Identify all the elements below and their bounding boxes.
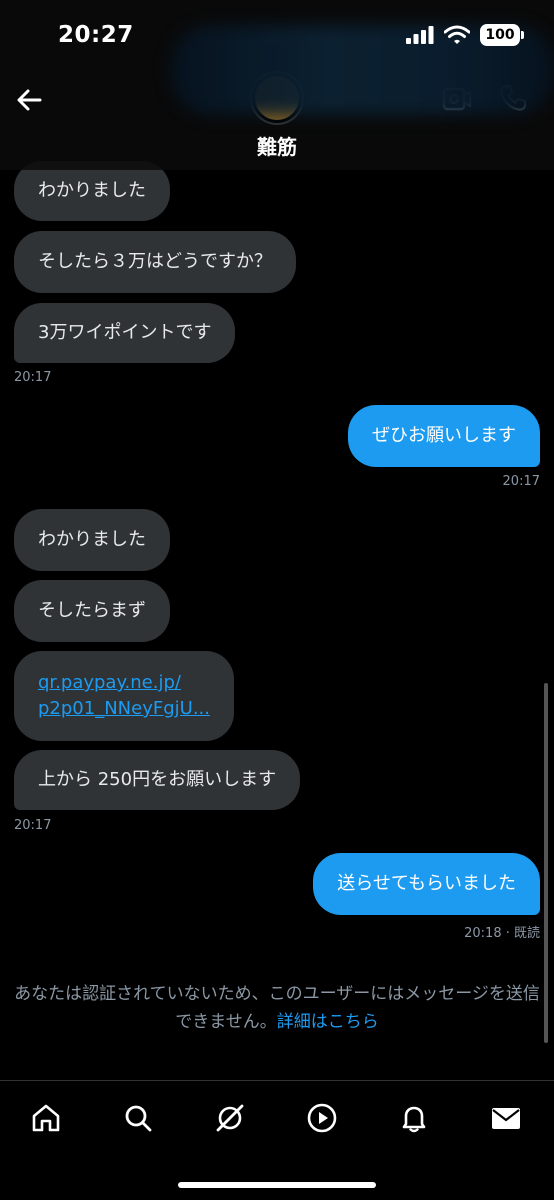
message-text: わかりました <box>38 180 146 201</box>
contact-name[interactable]: 難筋 <box>0 131 554 160</box>
incoming-message[interactable]: 上から 250円をお願いします <box>14 750 301 810</box>
play-circle-icon <box>307 1103 337 1133</box>
nav-media[interactable] <box>305 1101 339 1135</box>
wifi-icon <box>444 25 470 44</box>
message-timestamp-read: 20:18 · 既読 <box>464 926 540 941</box>
message-timestamp: 20:17 <box>14 370 52 385</box>
learn-more-link[interactable]: 詳細はこちら <box>277 1012 379 1032</box>
cellular-signal-icon <box>406 26 434 44</box>
message-text: ぜひお願いします <box>372 425 516 446</box>
link-message[interactable]: qr.paypay.ne.jp/ p2p01_NNeyFgjU... <box>14 651 234 741</box>
back-arrow-icon <box>17 89 42 111</box>
message-text: そしたら３万はどうですか？ <box>38 251 272 272</box>
paypay-link[interactable]: qr.paypay.ne.jp/ <box>38 670 181 696</box>
home-icon <box>32 1104 60 1132</box>
message-text: わかりました <box>38 529 146 550</box>
message-text: そしたらまず <box>38 600 146 621</box>
paypay-link-continued[interactable]: p2p01_NNeyFgjU... <box>38 696 210 722</box>
outgoing-message[interactable]: 送らせてもらいました <box>313 853 540 915</box>
message-text: 送らせてもらいました <box>337 873 516 894</box>
incoming-message[interactable]: わかりました <box>14 161 170 221</box>
incoming-message[interactable]: そしたら３万はどうですか？ <box>14 231 296 293</box>
battery-indicator: 100 <box>480 24 524 46</box>
nav-search[interactable] <box>121 1101 155 1135</box>
nav-grok[interactable] <box>213 1101 247 1135</box>
nav-home[interactable] <box>29 1101 63 1135</box>
grok-icon <box>216 1104 244 1132</box>
incoming-message[interactable]: わかりました <box>14 509 170 571</box>
dm-restriction-notice: あなたは認証されていないため、このユーザーにはメッセージを送信できません。詳細は… <box>0 980 554 1036</box>
nav-messages[interactable] <box>489 1101 523 1135</box>
incoming-message[interactable]: そしたらまず <box>14 580 170 642</box>
search-icon <box>125 1105 152 1132</box>
message-text: 上から 250円をお願いします <box>38 769 277 790</box>
message-timestamp: 20:17 <box>14 818 52 833</box>
incoming-message[interactable]: 3万ワイポイントです <box>14 303 236 363</box>
back-button[interactable] <box>14 84 46 116</box>
message-text: 3万ワイポイントです <box>38 322 212 343</box>
message-timestamp: 20:17 <box>502 474 540 489</box>
envelope-icon <box>492 1108 520 1129</box>
status-time: 20:27 <box>58 22 134 48</box>
nav-notifications[interactable] <box>397 1101 431 1135</box>
status-icons: 100 <box>406 24 524 46</box>
status-bar: 20:27 100 <box>0 0 554 70</box>
outgoing-message[interactable]: ぜひお願いします <box>348 405 540 467</box>
home-indicator[interactable] <box>178 1182 376 1188</box>
bell-icon <box>402 1106 426 1133</box>
